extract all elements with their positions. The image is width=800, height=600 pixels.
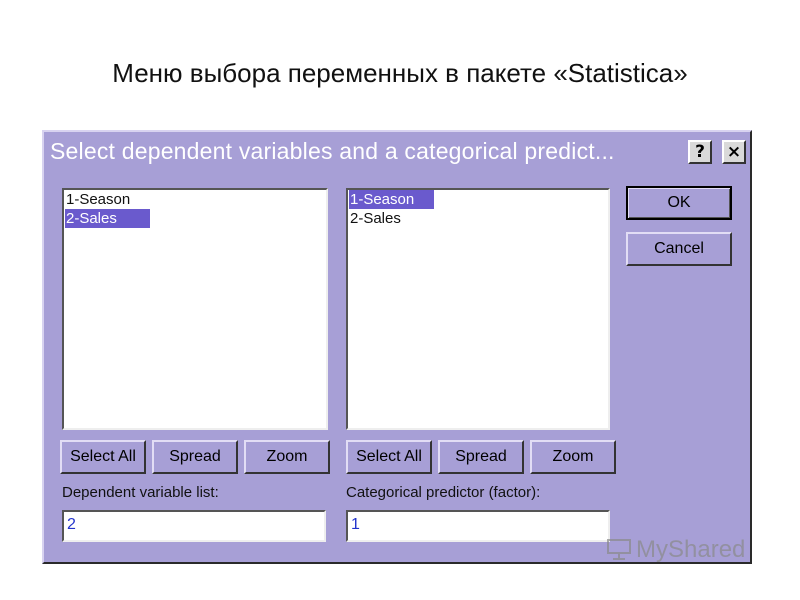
list-item-season[interactable]: 1-Season — [349, 190, 434, 209]
left-spread-button[interactable]: Spread — [152, 440, 238, 474]
help-button[interactable]: ? — [688, 140, 712, 164]
categorical-predictor-listbox[interactable]: 1-Season 2-Sales — [346, 188, 610, 430]
categorical-predictor-field[interactable]: 1 — [346, 510, 610, 542]
dialog-title: Select dependent variables and a categor… — [50, 138, 615, 164]
left-zoom-button[interactable]: Zoom — [244, 440, 330, 474]
dependent-variable-list-field[interactable]: 2 — [62, 510, 326, 542]
watermark-text: MyShared — [636, 536, 746, 563]
list-item-season[interactable]: 1-Season — [65, 190, 146, 209]
slide-title: Меню выбора переменных в пакете «Statist… — [112, 58, 688, 88]
watermark: MyShared — [606, 536, 745, 564]
right-zoom-button[interactable]: Zoom — [530, 440, 616, 474]
dependent-variables-listbox[interactable]: 1-Season 2-Sales — [62, 188, 328, 430]
dialog-titlebar[interactable]: Select dependent variables and a categor… — [46, 134, 748, 170]
ok-button[interactable]: OK — [626, 186, 732, 220]
dependent-variable-list-label: Dependent variable list: — [62, 484, 219, 501]
right-spread-button[interactable]: Spread — [438, 440, 524, 474]
left-select-all-button[interactable]: Select All — [60, 440, 146, 474]
list-item-sales[interactable]: 2-Sales — [349, 209, 430, 228]
close-button[interactable]: × — [722, 140, 746, 164]
presentation-board-icon — [607, 539, 631, 560]
right-select-all-button[interactable]: Select All — [346, 440, 432, 474]
list-item-sales[interactable]: 2-Sales — [65, 209, 150, 228]
categorical-predictor-label: Categorical predictor (factor): — [346, 484, 541, 501]
cancel-button[interactable]: Cancel — [626, 232, 732, 266]
select-variables-dialog: Select dependent variables and a categor… — [42, 130, 752, 564]
